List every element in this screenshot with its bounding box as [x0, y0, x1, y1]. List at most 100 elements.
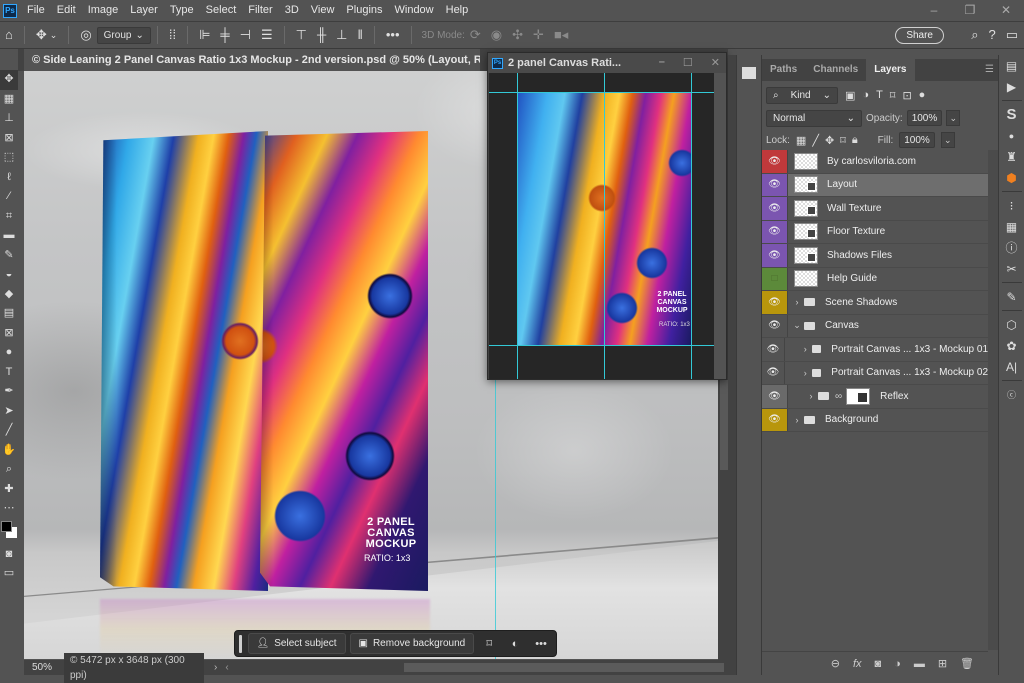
- lock-pixels-icon[interactable]: ╱: [812, 134, 819, 147]
- eye-icon[interactable]: 👁︎: [762, 315, 788, 338]
- menu-image[interactable]: Image: [82, 0, 125, 21]
- transform-controls-icon[interactable]: ⁞⁞: [169, 22, 176, 48]
- visibility-off-icon[interactable]: □: [762, 268, 788, 291]
- play-icon[interactable]: ▶: [999, 76, 1024, 97]
- line-tool[interactable]: ╱: [0, 421, 18, 441]
- layer-row[interactable]: 👁︎›Portrait Canvas ... 1x3 - Mockup 01: [762, 338, 988, 362]
- align-right-icon[interactable]: ⊣: [240, 22, 251, 48]
- filter-pixel-icon[interactable]: ▣: [845, 89, 855, 102]
- close-button[interactable]: ✕: [711, 56, 720, 69]
- fill-input[interactable]: 100%: [899, 132, 935, 148]
- blur-tool[interactable]: ●: [0, 343, 18, 363]
- lock-position-icon[interactable]: ✥: [825, 134, 834, 147]
- libraries2-icon[interactable]: ▦: [999, 216, 1024, 237]
- filter-toggle-icon[interactable]: ●: [919, 89, 926, 101]
- artboard-tool[interactable]: ▦: [0, 90, 18, 110]
- info-icon[interactable]: ⓘ: [999, 237, 1024, 258]
- layer-row[interactable]: 👁︎Floor Texture: [762, 221, 988, 245]
- filter-shape-icon[interactable]: ⌑: [890, 89, 896, 102]
- tool-preset-chevron-icon[interactable]: ⌄: [50, 22, 58, 48]
- foreground-color[interactable]: [1, 521, 12, 532]
- align-center-h-icon[interactable]: ╪: [220, 22, 229, 48]
- share-button[interactable]: Share: [895, 27, 944, 44]
- link-icon[interactable]: ∞: [835, 391, 842, 402]
- layer-row[interactable]: 👁︎⌄Canvas: [762, 315, 988, 339]
- stamp-tool[interactable]: ⊥: [0, 109, 18, 129]
- crop-tool[interactable]: ⌗: [0, 207, 18, 227]
- distribute-v-icon[interactable]: ☰: [261, 22, 273, 48]
- eye-icon[interactable]: 👁︎: [762, 409, 788, 432]
- robot-icon[interactable]: ♜: [999, 146, 1024, 167]
- marquee-tool[interactable]: ⬚: [0, 148, 18, 168]
- layer-row[interactable]: □Help Guide: [762, 268, 988, 292]
- menu-layer[interactable]: Layer: [124, 0, 164, 21]
- restore-button[interactable]: ☐: [683, 56, 693, 69]
- frame-tool[interactable]: ⊠: [0, 129, 18, 149]
- layer-row[interactable]: 👁︎›∞Reflex: [762, 385, 988, 409]
- remove-background-button[interactable]: ▣ Remove background: [350, 633, 475, 654]
- fill-slider-toggle[interactable]: ⌄: [941, 132, 955, 148]
- more-options-button[interactable]: •••: [530, 638, 552, 650]
- cr-icon[interactable]: ⓒ: [999, 384, 1024, 405]
- guide-line[interactable]: [604, 73, 605, 379]
- eye-icon[interactable]: 👁︎: [762, 244, 788, 267]
- gradient-tool[interactable]: ▤: [0, 304, 18, 324]
- zoom-level[interactable]: 50%: [24, 662, 64, 673]
- menu-filter[interactable]: Filter: [242, 0, 278, 21]
- guide-line[interactable]: [489, 345, 715, 346]
- more-tools[interactable]: ⋯: [0, 499, 18, 519]
- 3d-camera-icon[interactable]: ■◂: [554, 22, 568, 48]
- opacity-slider-toggle[interactable]: ⌄: [946, 110, 960, 126]
- panel-menu-icon[interactable]: ☰: [985, 64, 994, 75]
- 3d-roll-icon[interactable]: ◉: [491, 22, 502, 48]
- layer-row[interactable]: 👁︎›Background: [762, 409, 988, 433]
- vertical-scroll-thumb[interactable]: [720, 380, 728, 470]
- quick-mask-icon[interactable]: ◙: [0, 545, 18, 565]
- floating-window-titlebar[interactable]: Ps 2 panel Canvas Rati... – ☐ ✕: [488, 53, 726, 73]
- lock-transparent-icon[interactable]: ▦: [796, 134, 806, 147]
- layer-row[interactable]: 👁︎Wall Texture: [762, 197, 988, 221]
- distribute-h-icon[interactable]: ‖: [357, 22, 362, 48]
- align-top-icon[interactable]: ⊤: [296, 22, 307, 48]
- minimize-button[interactable]: –: [659, 56, 665, 69]
- help-icon[interactable]: ?: [988, 27, 995, 43]
- eye-icon[interactable]: 👁︎: [762, 174, 788, 197]
- magic-wand-tool[interactable]: ⁄: [0, 187, 18, 207]
- eye-icon[interactable]: 👁︎: [762, 197, 788, 220]
- lasso-tool[interactable]: ℓ: [0, 168, 18, 188]
- blend-mode-dropdown[interactable]: Normal ⌄: [766, 110, 862, 127]
- filter-kind-dropdown[interactable]: ⌕ Kind ⌄: [766, 87, 838, 104]
- 3d-drag-icon[interactable]: ✣: [512, 22, 523, 48]
- brush-settings-icon[interactable]: ✎: [999, 286, 1024, 307]
- history-brush-tool[interactable]: ◒: [0, 265, 18, 285]
- lock-artboard-icon[interactable]: ⌑: [840, 134, 846, 147]
- path-selection-tool[interactable]: ➤: [0, 402, 18, 422]
- zoom-tool[interactable]: ⌕: [0, 460, 18, 480]
- home-icon[interactable]: ⌂: [5, 22, 13, 48]
- eye-icon[interactable]: 👁︎: [762, 362, 785, 385]
- tools-icon[interactable]: ✂: [999, 258, 1024, 279]
- menu-edit[interactable]: Edit: [51, 0, 82, 21]
- document-tab[interactable]: © Side Leaning 2 Panel Canvas Ratio 1x3 …: [24, 49, 480, 71]
- eye-icon[interactable]: 👁︎: [762, 385, 788, 408]
- guide-line[interactable]: [489, 92, 715, 93]
- menu-file[interactable]: File: [21, 0, 51, 21]
- hand-tool[interactable]: ✋: [0, 441, 18, 461]
- align-bottom-icon[interactable]: ⊥: [336, 22, 347, 48]
- eye-icon[interactable]: 👁︎: [762, 150, 788, 173]
- eye-icon[interactable]: 👁︎: [762, 338, 785, 361]
- minimize-button[interactable]: –: [916, 0, 952, 21]
- chevron-right-icon[interactable]: ›: [801, 344, 810, 354]
- horizontal-scrollbar[interactable]: [404, 663, 724, 672]
- 3d-slide-icon[interactable]: ✛: [533, 22, 544, 48]
- layer-row[interactable]: 👁︎Layout: [762, 174, 988, 198]
- swatches-icon[interactable]: ✿: [999, 335, 1024, 356]
- menu-select[interactable]: Select: [200, 0, 243, 21]
- adjustment-icon[interactable]: ◑: [894, 658, 901, 670]
- tab-paths[interactable]: Paths: [762, 59, 805, 81]
- auto-select-icon[interactable]: ◎: [80, 22, 91, 48]
- more-options-button[interactable]: •••: [386, 22, 400, 48]
- align-middle-icon[interactable]: ╫: [317, 22, 326, 48]
- folder-icon[interactable]: ▬: [914, 658, 925, 670]
- layer-row[interactable]: 👁︎›Portrait Canvas ... 1x3 - Mockup 02: [762, 362, 988, 386]
